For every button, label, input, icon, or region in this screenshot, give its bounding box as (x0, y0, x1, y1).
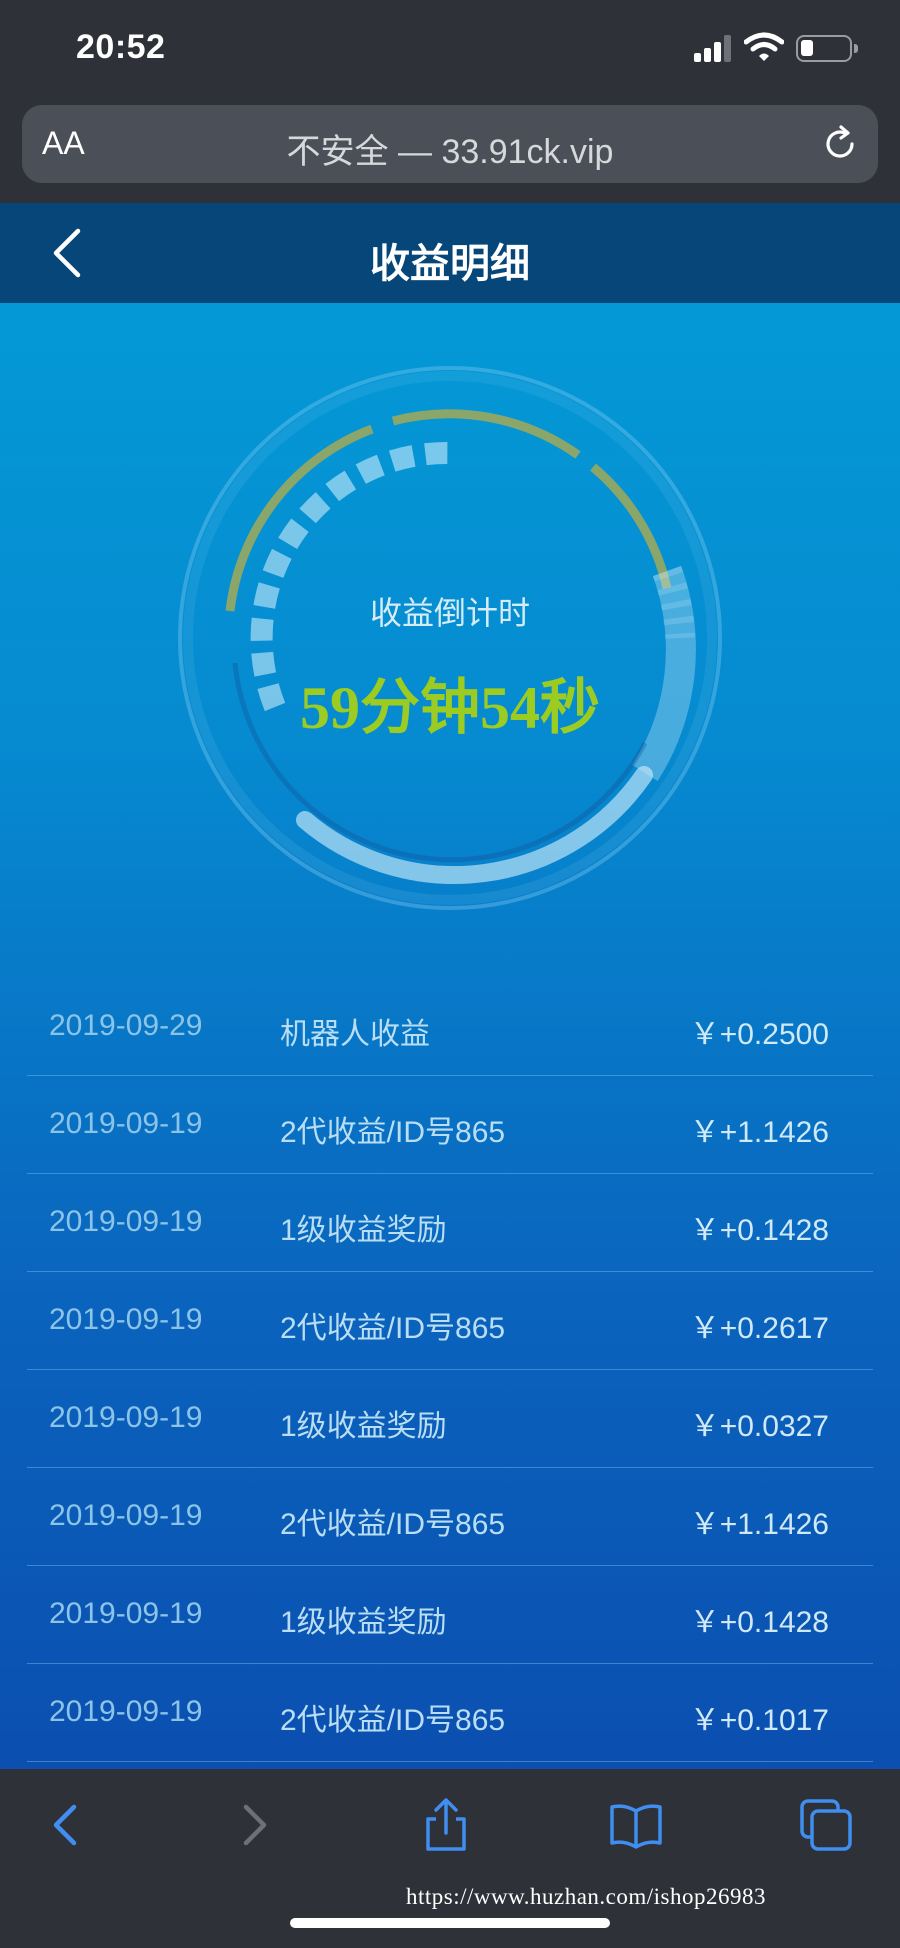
record-date: 2019-09-19 (49, 1499, 203, 1532)
record-date: 2019-09-19 (49, 1205, 203, 1238)
countdown-label: 收益倒计时 (369, 595, 530, 631)
record-description: 1级收益奖励 (280, 1214, 447, 1247)
share-icon[interactable] (416, 1795, 476, 1855)
app-header: 收益明细 (0, 203, 900, 303)
record-date: 2019-09-19 (49, 1401, 203, 1434)
record-amount: ￥+0.2500 (689, 1018, 829, 1051)
record-description: 2代收益/ID号865 (280, 1704, 506, 1737)
record-date: 2019-09-19 (49, 1107, 203, 1140)
countdown-value: 59分钟54秒 (300, 675, 600, 741)
watermark-text: https://www.huzhan.com/ishop26983 (406, 1884, 766, 1909)
reload-icon[interactable] (818, 122, 862, 166)
list-item: 2019-09-19 1级收益奖励 ￥+0.0327 (27, 1370, 873, 1468)
list-item: 2019-09-29 机器人收益 ￥+0.2500 (27, 978, 873, 1076)
gauge-rings (178, 366, 722, 910)
record-amount: ￥+0.2617 (689, 1312, 829, 1345)
countdown-gauge: 收益倒计时 59分钟54秒 (175, 363, 725, 913)
record-amount: ￥+0.1428 (689, 1606, 829, 1639)
bookmarks-icon[interactable] (606, 1795, 666, 1855)
record-date: 2019-09-19 (49, 1597, 203, 1630)
cellular-signal-icon (694, 34, 734, 62)
status-bar: 20:52 (0, 0, 900, 100)
page-title: 收益明细 (370, 242, 530, 286)
list-item: 2019-09-19 2代收益/ID号865 ￥+1.1426 (27, 1076, 873, 1174)
record-description: 1级收益奖励 (280, 1410, 447, 1443)
record-date: 2019-09-29 (49, 1009, 203, 1042)
back-arrow-icon[interactable] (36, 1795, 96, 1855)
record-description: 2代收益/ID号865 (280, 1508, 506, 1541)
record-date: 2019-09-19 (49, 1695, 203, 1728)
url-text[interactable]: 不安全 — 33.91ck.vip (22, 124, 878, 173)
list-item: 2019-09-19 2代收益/ID号865 ￥+0.1017 (27, 1664, 873, 1762)
address-bar[interactable]: AA 不安全 — 33.91ck.vip (22, 105, 878, 183)
list-item: 2019-09-19 2代收益/ID号865 ￥+0.2617 (27, 1272, 873, 1370)
record-amount: ￥+0.1428 (689, 1214, 829, 1247)
record-amount: ￥+0.1017 (689, 1704, 829, 1737)
earnings-list: 2019-09-29 机器人收益 ￥+0.2500 2019-09-19 2代收… (27, 978, 873, 1762)
record-description: 2代收益/ID号865 (280, 1116, 506, 1149)
record-description: 1级收益奖励 (280, 1606, 447, 1639)
record-description: 2代收益/ID号865 (280, 1312, 506, 1345)
list-item: 2019-09-19 1级收益奖励 ￥+0.1428 (27, 1174, 873, 1272)
list-item: 2019-09-19 2代收益/ID号865 ￥+1.1426 (27, 1468, 873, 1566)
list-item: 2019-09-19 1级收益奖励 ￥+0.1428 (27, 1566, 873, 1664)
main-content: 收益倒计时 59分钟54秒 2019-09-29 机器人收益 ￥+0.2500 … (0, 303, 900, 1769)
record-description: 机器人收益 (280, 1018, 430, 1051)
record-date: 2019-09-19 (49, 1303, 203, 1336)
wifi-icon (744, 32, 784, 61)
status-time: 20:52 (76, 28, 166, 66)
record-amount: ￥+0.0327 (689, 1410, 829, 1443)
home-indicator (290, 1918, 610, 1928)
record-amount: ￥+1.1426 (689, 1508, 829, 1541)
tabs-icon[interactable] (796, 1795, 856, 1855)
record-amount: ￥+1.1426 (689, 1116, 829, 1149)
battery-icon (796, 35, 858, 62)
forward-arrow-icon[interactable] (224, 1795, 284, 1855)
